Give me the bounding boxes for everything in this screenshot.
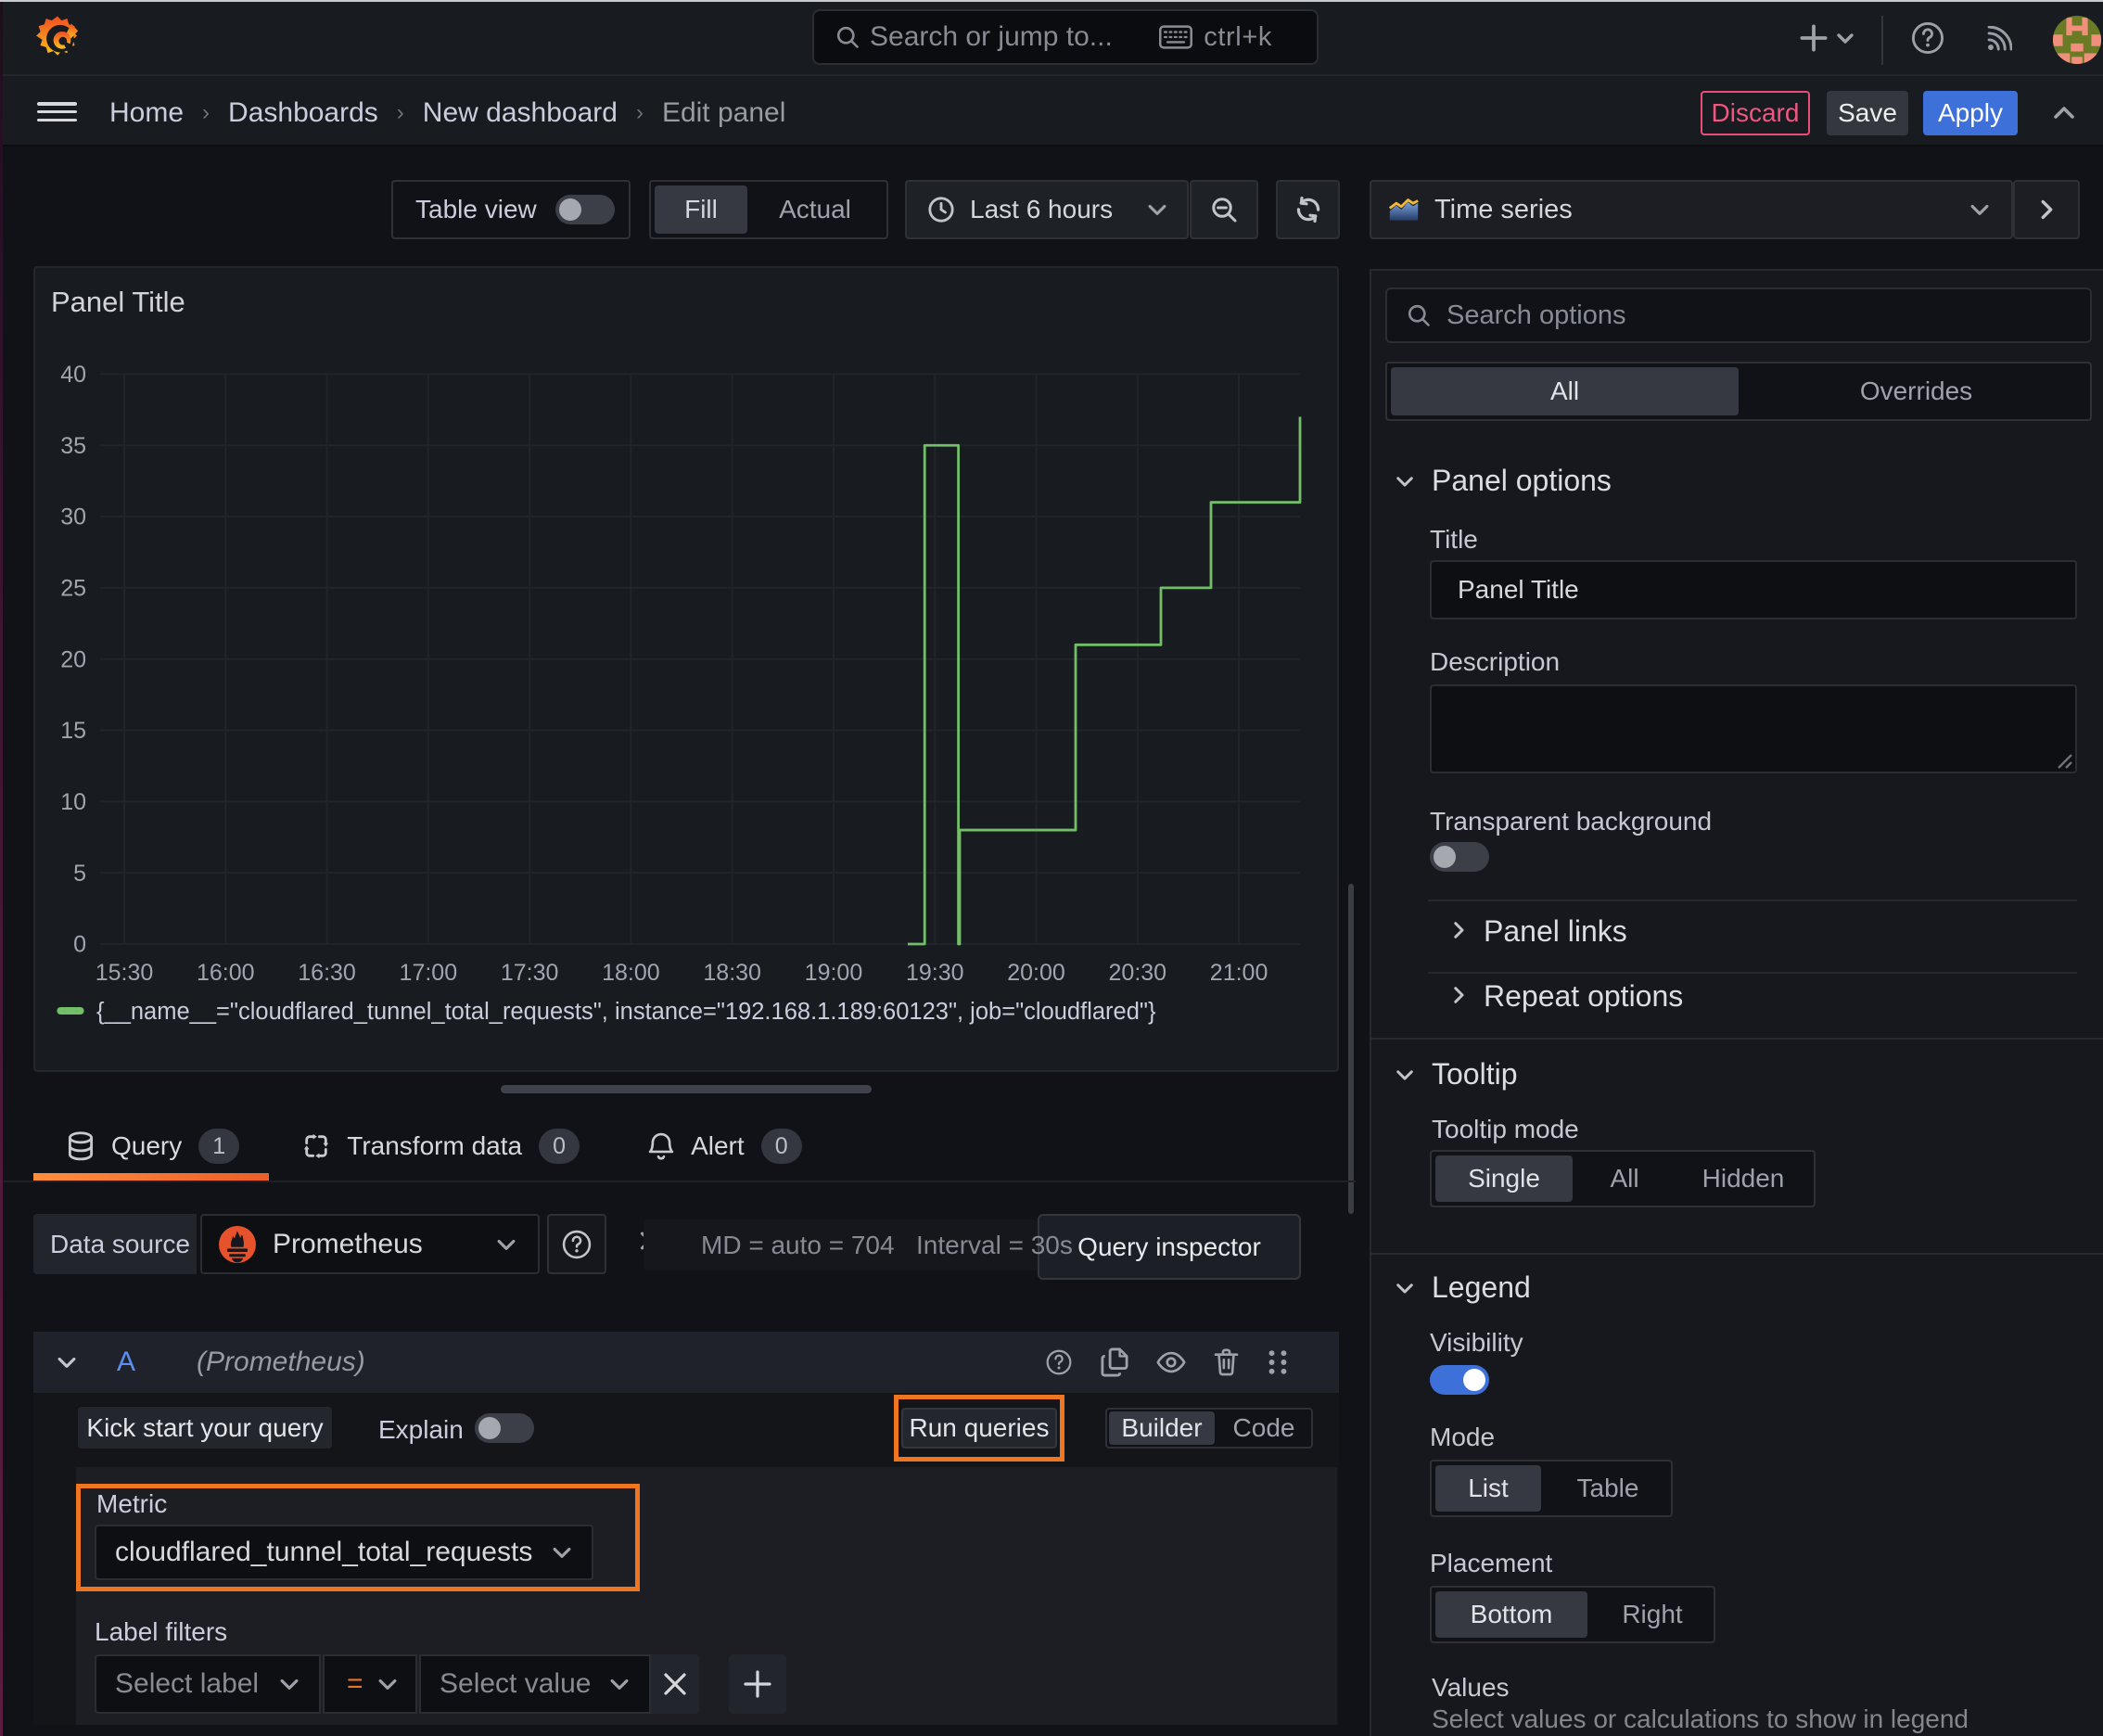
svg-text:18:30: 18:30 [703, 960, 761, 986]
svg-text:35: 35 [60, 433, 86, 459]
svg-text:40: 40 [60, 362, 86, 388]
svg-text:16:00: 16:00 [197, 960, 255, 986]
svg-text:0: 0 [73, 932, 86, 958]
svg-text:15:30: 15:30 [96, 960, 154, 986]
svg-text:16:30: 16:30 [298, 960, 356, 986]
svg-text:30: 30 [60, 504, 86, 530]
svg-text:5: 5 [73, 861, 86, 887]
svg-text:25: 25 [60, 575, 86, 601]
svg-text:19:30: 19:30 [906, 960, 964, 986]
svg-text:18:00: 18:00 [602, 960, 660, 986]
svg-text:17:00: 17:00 [400, 960, 458, 986]
svg-text:17:30: 17:30 [501, 960, 559, 986]
svg-text:20: 20 [60, 646, 86, 672]
svg-text:21:00: 21:00 [1210, 960, 1268, 986]
svg-text:10: 10 [60, 789, 86, 815]
svg-text:20:00: 20:00 [1007, 960, 1065, 986]
svg-text:19:00: 19:00 [805, 960, 863, 986]
svg-text:{__name__="cloudflared_tunnel_: {__name__="cloudflared_tunnel_total_requ… [96, 999, 1156, 1025]
svg-text:15: 15 [60, 718, 86, 744]
svg-text:20:30: 20:30 [1109, 960, 1167, 986]
